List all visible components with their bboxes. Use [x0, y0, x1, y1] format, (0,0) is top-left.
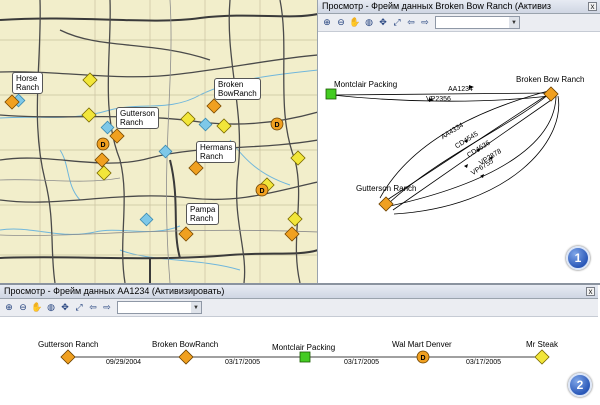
map-diamond-yellow[interactable] — [180, 111, 196, 127]
zoom-in-icon[interactable]: ⊕ — [321, 17, 333, 29]
map-diamond-orange[interactable] — [94, 152, 110, 168]
timeline-node-label: Montclair Packing — [272, 343, 336, 352]
pan-hand-icon[interactable]: ✋ — [31, 302, 43, 314]
svg-text:D: D — [274, 122, 279, 129]
map-diamond-orange[interactable] — [188, 160, 204, 176]
map-diamond-yellow[interactable] — [81, 107, 97, 123]
timeline-node-label: Mr Steak — [526, 340, 559, 349]
map-diamond-yellow[interactable] — [216, 118, 232, 134]
svg-text:D: D — [100, 142, 105, 149]
node-label-montclair-packing: Montclair Packing — [334, 80, 398, 89]
scale-combo[interactable]: ▼ — [435, 16, 520, 29]
node-montclair-packing[interactable] — [325, 88, 337, 100]
timeline-graph[interactable]: D — [0, 317, 598, 405]
map-label-broken-bow-ranch: Broken BowRanch — [214, 78, 261, 100]
zoom-out-icon[interactable]: ⊖ — [17, 302, 29, 314]
map-diamond-cyan[interactable] — [139, 212, 154, 227]
svg-text:D: D — [420, 355, 425, 362]
node-gutterson-ranch[interactable] — [60, 349, 76, 365]
node-gutterson-ranch[interactable] — [378, 196, 394, 212]
chevron-down-icon[interactable]: ▼ — [509, 17, 519, 28]
map-label-hermans-ranch: Hermans Ranch — [196, 141, 237, 163]
map-diamond-orange[interactable] — [178, 226, 194, 242]
map-diamond-yellow[interactable] — [96, 165, 112, 181]
globe-icon[interactable]: ◍ — [45, 302, 57, 314]
application-window: D D D Horse Ranch Broken BowRanch Gutter… — [0, 0, 600, 405]
forward-arrow-icon[interactable]: ⇨ — [419, 17, 431, 29]
node-label-gutterson-ranch: Gutterson Ranch — [356, 184, 417, 193]
timeline-date: 09/29/2004 — [106, 359, 142, 366]
map-diamond-cyan[interactable] — [198, 117, 213, 132]
node-broken-bow-ranch[interactable] — [178, 349, 194, 365]
edge-label: VP2356 — [426, 96, 451, 103]
svg-text:D: D — [259, 188, 264, 195]
timeline-date: 03/17/2005 — [344, 359, 380, 366]
timeline-node-label: Gutterson Ranch — [38, 340, 99, 349]
timeline-date: 03/17/2005 — [466, 359, 502, 366]
fixed-zoom-icon[interactable]: ⤢ — [391, 17, 403, 29]
node-label-broken-bow-ranch: Broken Bow Ranch — [516, 75, 585, 84]
window-title[interactable]: Просмотр - Фрейм данных Broken Bow Ranch… — [318, 0, 600, 14]
edge-label: AA1234 — [448, 86, 473, 93]
zoom-out-icon[interactable]: ⊖ — [335, 17, 347, 29]
full-extent-icon[interactable]: ✥ — [377, 17, 389, 29]
network-graph[interactable] — [318, 32, 600, 283]
timeline-node-label: Broken BowRanch — [152, 340, 219, 349]
timeline-date: 03/17/2005 — [225, 359, 261, 366]
toolbar: ⊕ ⊖ ✋ ◍ ✥ ⤢ ⇦ ⇨ ▼ — [0, 299, 598, 317]
toolbar: ⊕ ⊖ ✋ ◍ ✥ ⤢ ⇦ ⇨ ▼ — [318, 14, 600, 32]
close-button[interactable]: x — [586, 287, 595, 296]
globe-icon[interactable]: ◍ — [363, 17, 375, 29]
node-montclair-packing[interactable] — [299, 351, 311, 363]
map-view[interactable]: D D D Horse Ranch Broken BowRanch Gutter… — [0, 0, 318, 283]
map-label-pampa-ranch: Pampa Ranch — [186, 203, 220, 225]
broken-bow-data-frame-window: Просмотр - Фрейм данных Broken Bow Ranch… — [318, 0, 600, 283]
window-title[interactable]: Просмотр - Фрейм данных AA1234 (Активизи… — [0, 285, 598, 299]
map-label-horse-ranch: Horse Ranch — [12, 72, 44, 94]
scale-combo[interactable]: ▼ — [117, 301, 202, 314]
pan-hand-icon[interactable]: ✋ — [349, 17, 361, 29]
aa1234-data-frame-window: Просмотр - Фрейм данных AA1234 (Активизи… — [0, 283, 600, 405]
callout-badge-1: 1 — [566, 246, 590, 270]
fixed-zoom-icon[interactable]: ⤢ — [73, 302, 85, 314]
map-canvas[interactable]: D D D — [0, 0, 318, 283]
node-mr-steak[interactable] — [534, 349, 550, 365]
chevron-down-icon[interactable]: ▼ — [191, 302, 201, 313]
map-diamond-orange[interactable] — [206, 98, 222, 114]
back-arrow-icon[interactable]: ⇦ — [405, 17, 417, 29]
back-arrow-icon[interactable]: ⇦ — [87, 302, 99, 314]
map-label-gutterson-ranch: Gutterson Ranch — [116, 107, 160, 129]
forward-arrow-icon[interactable]: ⇨ — [101, 302, 113, 314]
timeline-node-label: Wal Mart Denver — [392, 340, 452, 349]
callout-badge-2: 2 — [568, 373, 592, 397]
zoom-in-icon[interactable]: ⊕ — [3, 302, 15, 314]
full-extent-icon[interactable]: ✥ — [59, 302, 71, 314]
map-diamond-yellow[interactable] — [287, 211, 303, 227]
close-button[interactable]: x — [588, 2, 597, 11]
